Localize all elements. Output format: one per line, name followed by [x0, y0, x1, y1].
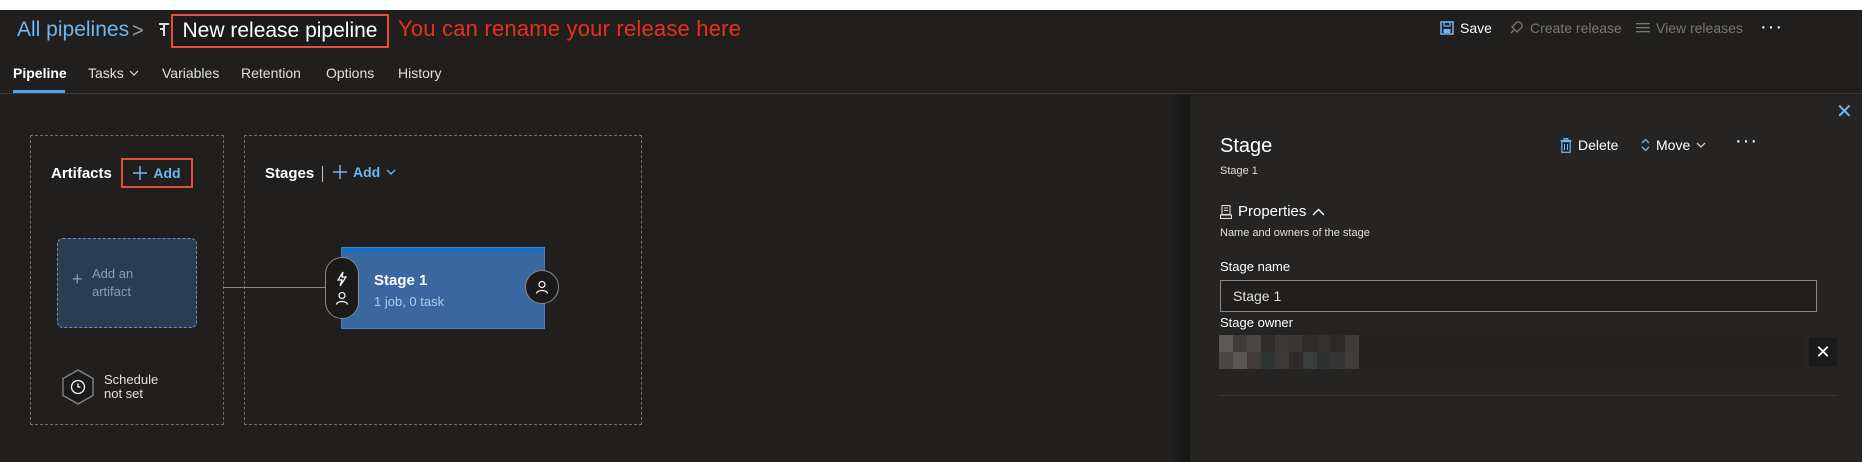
remove-owner-button[interactable]: ✕ [1809, 338, 1837, 366]
annotation-text: You can rename your release here [398, 16, 742, 41]
stage-name-label: Stage name [1220, 259, 1291, 274]
stage-owner-label: Stage owner [1220, 315, 1293, 330]
panel-subtitle: Stage 1 [1220, 165, 1258, 177]
tab-variables[interactable]: Variables [162, 65, 219, 81]
add-artifact-card[interactable]: + Add an artifact [57, 238, 197, 328]
person-icon [335, 291, 349, 305]
add-artifact-line2: artifact [92, 284, 132, 299]
properties-description: Name and owners of the stage [1220, 227, 1370, 239]
person-icon [535, 280, 549, 294]
add-stage-label: Add [353, 164, 381, 180]
pre-deployment-conditions[interactable] [325, 257, 359, 319]
divider [322, 166, 323, 182]
tab-options[interactable]: Options [326, 65, 374, 81]
properties-title: Properties [1238, 203, 1307, 220]
save-icon [1440, 21, 1454, 35]
stage-card[interactable]: Stage 1 1 job, 0 task [342, 248, 544, 328]
panel-shadow [1170, 95, 1192, 462]
schedule-line2: not set [104, 386, 144, 401]
panel-more-button[interactable]: ··· [1735, 130, 1758, 153]
add-artifact-label: Add [153, 165, 181, 181]
stage-name-input[interactable] [1220, 280, 1817, 312]
more-actions-button[interactable]: ··· [1760, 16, 1783, 39]
post-deployment-conditions[interactable] [525, 270, 559, 304]
schedule-text: Schedule not set [104, 373, 158, 401]
plus-icon: + [72, 269, 83, 289]
schedule-line1: Schedule [104, 372, 159, 387]
clock-icon [62, 369, 94, 405]
close-icon[interactable]: ✕ [1836, 99, 1853, 124]
active-tab-indicator [13, 90, 65, 93]
create-release-label: Create release [1530, 20, 1622, 36]
move-label: Move [1656, 137, 1691, 153]
plus-icon [133, 166, 148, 180]
breadcrumb-all-pipelines[interactable]: All pipelines [17, 18, 129, 42]
tab-history[interactable]: History [398, 65, 442, 81]
up-down-icon [1641, 138, 1650, 152]
tab-bar: Pipeline Tasks Variables Retention Optio… [0, 54, 1862, 94]
add-stage-button[interactable]: Add [333, 164, 396, 180]
properties-toggle[interactable]: Properties [1220, 203, 1325, 220]
save-label: Save [1460, 20, 1492, 36]
artifacts-heading: Artifacts [51, 165, 112, 182]
stage-owner-field[interactable] [1219, 335, 1803, 369]
move-button[interactable]: Move [1641, 137, 1706, 153]
pipeline-name[interactable]: New release pipeline [171, 14, 389, 48]
add-artifact-text: Add an artifact [92, 265, 133, 301]
chevron-right-icon: > [132, 20, 144, 42]
chevron-down-icon [129, 70, 139, 76]
artifact-stage-connector [223, 287, 326, 288]
chevron-up-icon [1312, 208, 1325, 215]
schedule-trigger[interactable]: Schedule not set [60, 368, 158, 406]
owner-avatar-redacted [1219, 335, 1359, 369]
top-strip [0, 0, 1862, 10]
lightning-icon [336, 271, 348, 287]
stage-name: Stage 1 [374, 272, 428, 289]
pipeline-icon [158, 22, 170, 43]
create-release-button[interactable]: Create release [1508, 20, 1622, 36]
view-releases-label: View releases [1656, 20, 1743, 36]
tab-pipeline[interactable]: Pipeline [13, 65, 67, 81]
chevron-down-icon [386, 169, 396, 175]
panel-title: Stage [1220, 135, 1273, 157]
add-artifact-line1: Add an [92, 266, 134, 281]
add-artifact-button[interactable]: Add [121, 158, 193, 188]
tab-tasks[interactable]: Tasks [88, 65, 139, 81]
trash-icon [1560, 137, 1572, 153]
stage-summary[interactable]: 1 job, 0 task [374, 294, 444, 309]
delete-label: Delete [1578, 137, 1619, 153]
stage-panel: ✕ Stage Stage 1 Delete Move ··· Properti… [1190, 95, 1862, 462]
save-button[interactable]: Save [1440, 20, 1492, 36]
panel-divider [1220, 395, 1836, 396]
rocket-icon [1510, 21, 1523, 34]
list-icon [1636, 23, 1650, 33]
view-releases-button[interactable]: View releases [1636, 20, 1743, 36]
plus-icon [333, 165, 347, 179]
stages-heading: Stages [265, 165, 315, 182]
header: All pipelines > New release pipeline You… [0, 10, 1862, 50]
delete-button[interactable]: Delete [1560, 137, 1618, 153]
chevron-down-icon [1696, 142, 1706, 148]
tab-tasks-label: Tasks [88, 65, 124, 81]
properties-icon [1220, 204, 1232, 219]
tab-retention[interactable]: Retention [241, 65, 301, 81]
owner-name-redacted [1359, 335, 1803, 369]
